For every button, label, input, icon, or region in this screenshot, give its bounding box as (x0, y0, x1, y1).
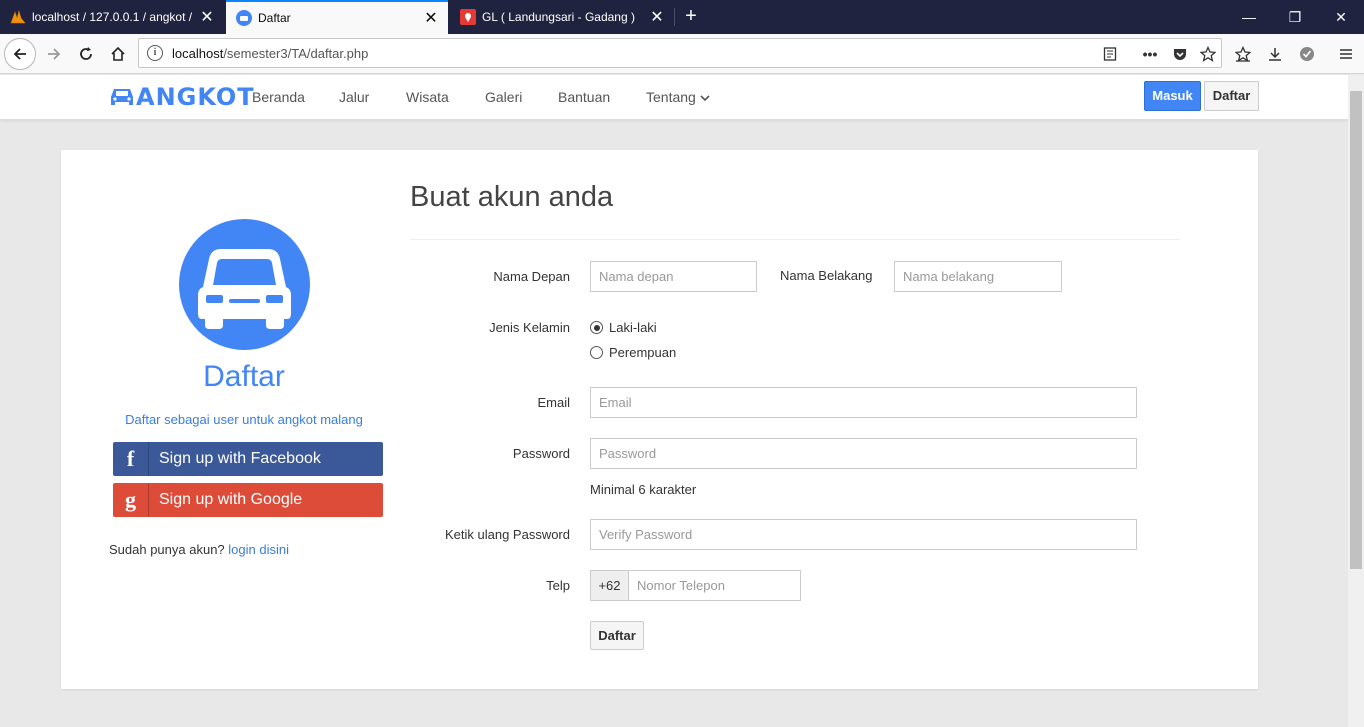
menu-hamburger-icon[interactable] (1334, 42, 1358, 66)
tab-separator (674, 8, 675, 26)
login-button[interactable]: Masuk (1144, 81, 1201, 111)
radio-female[interactable] (590, 346, 603, 359)
more-actions-icon[interactable]: ••• (1139, 43, 1161, 65)
gender-option-female[interactable]: Perempuan (590, 345, 676, 360)
verify-password-input[interactable] (590, 519, 1137, 550)
chevron-down-icon (700, 89, 710, 105)
email-label: Email (537, 395, 570, 410)
nav-bantuan[interactable]: Bantuan (558, 89, 610, 105)
page-scrollbar[interactable] (1348, 75, 1364, 727)
browser-tab-strip: localhost / 127.0.0.1 / angkot / ✕ Dafta… (0, 0, 1364, 34)
car-icon (236, 10, 252, 26)
phpmyadmin-icon (10, 9, 26, 25)
password-help: Minimal 6 karakter (590, 482, 697, 497)
map-pin-icon (460, 9, 476, 25)
google-icon: g (113, 483, 149, 517)
bookmark-star-icon[interactable] (1197, 43, 1219, 65)
browser-tab-gl[interactable]: GL ( Landungsari - Gadang ) ✕ (450, 0, 674, 34)
nav-beranda[interactable]: Beranda (252, 89, 305, 105)
nav-tentang[interactable]: Tentang (646, 89, 710, 105)
car-logo-icon (108, 85, 136, 109)
close-icon[interactable]: ✕ (648, 7, 666, 27)
close-window-icon[interactable]: ✕ (1318, 0, 1364, 34)
facebook-icon: f (113, 442, 149, 476)
verify-password-label: Ketik ulang Password (444, 527, 570, 542)
forward-icon[interactable] (38, 38, 70, 70)
brand-text: ANGKOT (136, 83, 255, 111)
minimize-icon[interactable]: — (1226, 0, 1272, 34)
brand-logo[interactable]: ANGKOT (108, 83, 255, 111)
submit-button[interactable]: Daftar (590, 621, 644, 650)
extension-check-icon[interactable] (1295, 42, 1319, 66)
bookmarks-library-icon[interactable] (1231, 42, 1255, 66)
reader-view-icon[interactable] (1099, 43, 1121, 65)
close-icon[interactable]: ✕ (422, 8, 440, 28)
left-title: Daftar (203, 360, 285, 393)
url-text[interactable]: localhost/semester3/TA/daftar.php (172, 46, 368, 61)
tab-title: GL ( Landungsari - Gadang ) (482, 10, 635, 24)
new-tab-icon[interactable]: + (676, 0, 706, 34)
scrollbar-thumb[interactable] (1350, 91, 1362, 569)
password-input[interactable] (590, 438, 1137, 469)
register-button[interactable]: Daftar (1204, 81, 1259, 111)
back-icon[interactable] (4, 38, 36, 70)
reload-icon[interactable] (70, 38, 102, 70)
radio-male[interactable] (590, 321, 603, 334)
login-link[interactable]: login disini (228, 542, 289, 557)
browser-tab-daftar[interactable]: Daftar ✕ (226, 0, 448, 34)
form-title: Buat akun anda (410, 181, 614, 213)
browser-tab-phpmyadmin[interactable]: localhost / 127.0.0.1 / angkot / ✕ (0, 0, 224, 34)
password-label: Password (512, 446, 570, 461)
gender-male-label: Laki-laki (609, 320, 657, 335)
register-card: Daftar Daftar sebagai user untuk angkot … (61, 150, 1258, 689)
tab-title: Daftar (258, 11, 291, 25)
gender-label: Jenis Kelamin (489, 320, 570, 335)
have-account-text: Sudah punya akun? login disini (109, 542, 289, 557)
google-signup-label: Sign up with Google (159, 491, 303, 508)
phone-prefix: +62 (590, 570, 629, 601)
facebook-signup-label: Sign up with Facebook (159, 450, 321, 467)
car-avatar-icon (179, 219, 310, 350)
first-name-label: Nama Depan (493, 269, 570, 284)
facebook-signup-button[interactable]: f Sign up with Facebook (113, 442, 383, 476)
first-name-input[interactable] (590, 261, 757, 292)
email-input[interactable] (590, 387, 1137, 418)
url-path: /semester3/TA/daftar.php (223, 46, 369, 61)
home-icon[interactable] (102, 38, 134, 70)
nav-wisata[interactable]: Wisata (406, 89, 449, 105)
phone-label: Telp (546, 578, 570, 593)
close-icon[interactable]: ✕ (198, 7, 216, 27)
url-bar[interactable]: i localhost/semester3/TA/daftar.php ••• (138, 38, 1222, 68)
gender-female-label: Perempuan (609, 345, 677, 360)
gender-option-male[interactable]: Laki-laki (590, 320, 657, 335)
last-name-input[interactable] (894, 261, 1062, 292)
phone-input[interactable] (628, 570, 801, 601)
divider (410, 239, 1180, 240)
tab-title: localhost / 127.0.0.1 / angkot / (32, 10, 193, 24)
last-name-label: Nama Belakang (780, 268, 873, 283)
download-icon[interactable] (1263, 42, 1287, 66)
browser-navbar: i localhost/semester3/TA/daftar.php ••• (0, 34, 1364, 74)
site-header: ANGKOT Beranda Jalur Wisata Galeri Bantu… (0, 75, 1348, 120)
google-signup-button[interactable]: g Sign up with Google (113, 483, 383, 517)
nav-galeri[interactable]: Galeri (485, 89, 522, 105)
restore-icon[interactable]: ❐ (1272, 0, 1318, 34)
left-subtitle: Daftar sebagai user untuk angkot malang (125, 412, 363, 427)
pocket-icon[interactable] (1169, 43, 1191, 65)
nav-tentang-label: Tentang (646, 89, 696, 105)
url-host: localhost (172, 46, 224, 61)
have-account-label: Sudah punya akun? (109, 542, 225, 557)
info-icon[interactable]: i (147, 45, 163, 61)
nav-jalur[interactable]: Jalur (339, 89, 369, 105)
